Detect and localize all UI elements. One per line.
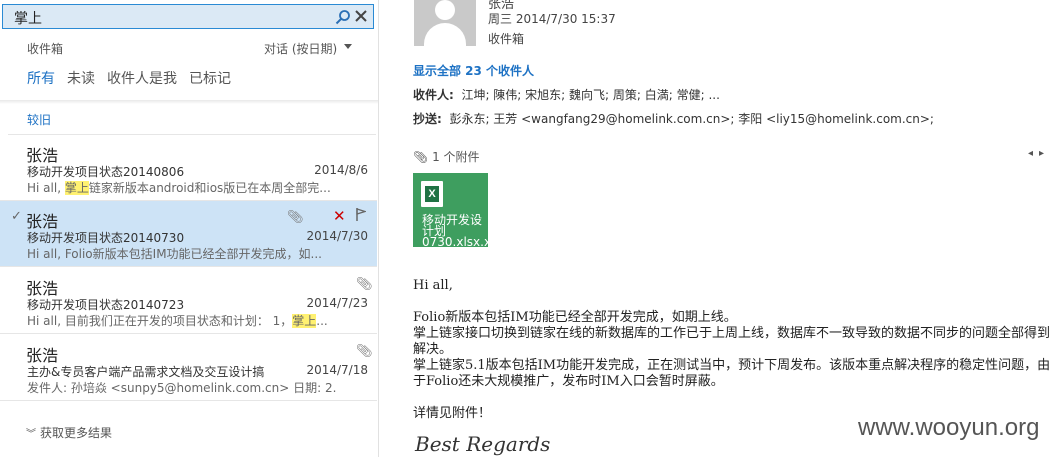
watermark: www.wooyun.org bbox=[858, 414, 1040, 441]
message-list-pane: 掌上 收件箱 对话 (按日期) 所有 未读 收件人是我 已标记 较旧 张浩 移动… bbox=[0, 0, 379, 457]
paperclip-icon: 📎︎ bbox=[356, 344, 373, 359]
mail-preview: Hi all, 目前我们正在开发的项目状态和计划： 1，掌上... bbox=[27, 314, 328, 328]
paperclip-icon: 📎︎ bbox=[287, 210, 304, 225]
signature: Best Regards bbox=[415, 432, 551, 456]
reading-date: 周三 2014/7/30 15:37 bbox=[488, 12, 616, 26]
sort-dropdown[interactable]: 对话 (按日期) bbox=[264, 40, 337, 57]
attachment-tile[interactable]: X 移动开发设计划0730.xlsx.x bbox=[413, 173, 488, 247]
paperclip-icon: 📎︎ bbox=[356, 277, 373, 292]
list-item[interactable]: 张浩 📎︎ 移动开发项目状态20140723 2014/7/23 Hi all,… bbox=[0, 268, 377, 334]
mail-subject: 移动开发项目状态20140806 bbox=[27, 165, 185, 179]
load-more-link[interactable]: ︾ 获取更多结果 bbox=[26, 424, 112, 441]
flag-icon[interactable] bbox=[356, 208, 366, 221]
list-item-selected[interactable]: ✓ 张浩 📎︎ ✕ 移动开发项目状态20140730 2014/7/30 Hi … bbox=[0, 201, 377, 267]
check-icon[interactable]: ✓ bbox=[11, 209, 22, 224]
mail-preview: Hi all, Folio新版本包括IM功能已经全部开发完成，如... bbox=[27, 247, 322, 261]
search-icon[interactable] bbox=[335, 9, 351, 25]
mail-preview: Hi all, 掌上链家新版本android和ios版已在本周全部完... bbox=[27, 181, 331, 195]
reading-folder: 收件箱 bbox=[488, 32, 525, 46]
mail-preview: 发件人: 孙培焱 <sunpy5@homelink.com.cn> 日期: 2.… bbox=[27, 381, 337, 395]
mail-subject: 移动开发项目状态20140723 bbox=[27, 298, 185, 312]
avatar bbox=[414, 0, 476, 46]
mail-date: 2014/7/23 bbox=[306, 296, 368, 310]
mail-date: 2014/8/6 bbox=[314, 163, 368, 177]
filter-flagged[interactable]: 已标记 bbox=[189, 68, 231, 88]
filter-to-me[interactable]: 收件人是我 bbox=[107, 68, 177, 88]
mail-date: 2014/7/18 bbox=[306, 363, 368, 377]
cc-line: 抄送: 彭永东; 王芳 <wangfang29@homelink.com.cn>… bbox=[413, 112, 934, 126]
filter-all[interactable]: 所有 bbox=[27, 68, 55, 88]
group-header[interactable]: 较旧 bbox=[27, 111, 51, 128]
mail-subject: 主办&专员客户端产品需求文档及交互设计搞 bbox=[27, 365, 265, 379]
excel-icon: X bbox=[421, 181, 443, 207]
list-item[interactable]: 张浩 移动开发项目状态20140806 2014/8/6 Hi all, 掌上链… bbox=[0, 135, 377, 201]
mail-date: 2014/7/30 bbox=[306, 229, 368, 243]
mail-subject: 移动开发项目状态20140730 bbox=[27, 231, 185, 245]
filter-unread[interactable]: 未读 bbox=[67, 68, 95, 88]
to-line: 收件人: 江坤; 陳伟; 宋旭东; 魏向飞; 周策; 白満; 常健; ... bbox=[413, 88, 720, 102]
divider bbox=[0, 100, 378, 104]
search-box[interactable]: 掌上 bbox=[2, 4, 374, 29]
search-highlight: 掌上 bbox=[64, 181, 89, 195]
search-highlight: 掌上 bbox=[292, 314, 317, 328]
reading-pane: 张浩 周三 2014/7/30 15:37 收件箱 显示全部 23 个收件人 收… bbox=[379, 0, 1064, 457]
show-all-recipients-link[interactable]: 显示全部 23 个收件人 bbox=[413, 62, 534, 79]
attachment-nav[interactable]: ◂▸ bbox=[1028, 148, 1050, 159]
delete-icon[interactable]: ✕ bbox=[333, 207, 346, 225]
attachment-count: 📎︎ 1 个附件 bbox=[413, 150, 480, 164]
list-item[interactable]: 张浩 📎︎ 主办&专员客户端产品需求文档及交互设计搞 2014/7/18 发件人… bbox=[0, 335, 377, 401]
chevron-down-icon[interactable] bbox=[344, 44, 352, 49]
double-chevron-down-icon: ︾ bbox=[26, 429, 36, 440]
filter-bar: 所有 未读 收件人是我 已标记 bbox=[27, 68, 231, 88]
folder-label: 收件箱 bbox=[27, 42, 64, 56]
message-body: Hi all, Folio新版本包括IM功能已经全部开发完成，如期上线。 掌上链… bbox=[413, 278, 1051, 421]
attachment-name: 移动开发设计划0730.xlsx.x bbox=[422, 213, 488, 247]
paperclip-icon: 📎︎ bbox=[413, 150, 429, 164]
close-icon[interactable] bbox=[354, 9, 368, 23]
search-input[interactable]: 掌上 bbox=[14, 8, 42, 28]
